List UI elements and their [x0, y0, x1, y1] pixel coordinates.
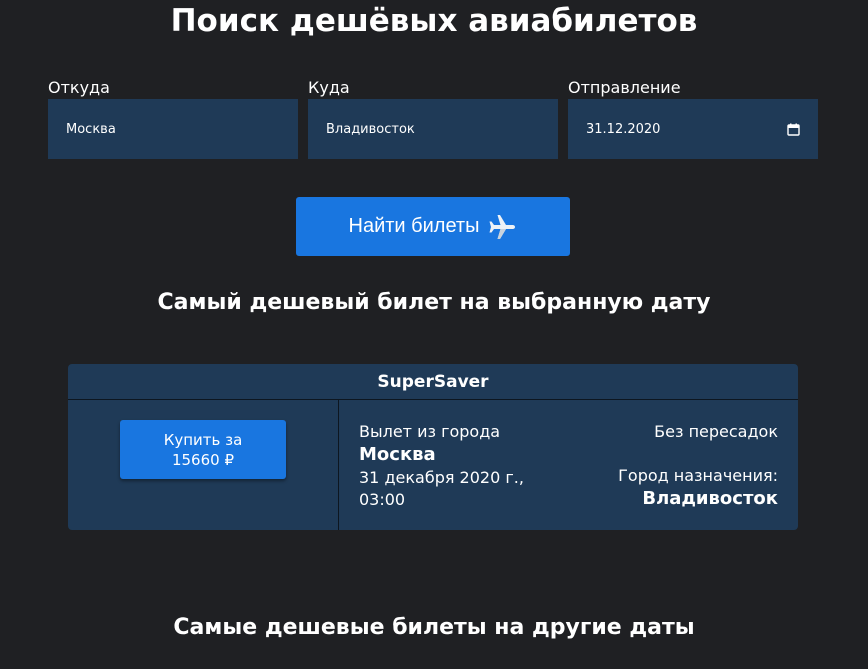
airplane-icon — [489, 214, 516, 239]
other-dates-heading: Самые дешевые билеты на другие даты — [173, 615, 695, 640]
to-label: Куда — [308, 78, 350, 97]
transfers-info: Без пересадок — [654, 422, 778, 441]
from-label: Откуда — [48, 78, 110, 97]
destination-label: Город назначения: — [618, 466, 778, 485]
date-input[interactable]: 31.12.2020 — [568, 99, 818, 159]
to-field: Куда Владивосток — [308, 78, 558, 159]
to-value: Владивосток — [326, 121, 415, 137]
calendar-icon[interactable] — [787, 123, 800, 136]
page-title: Поиск дешёвых авиабилетов — [170, 3, 698, 39]
date-value: 31.12.2020 — [586, 121, 661, 137]
ticket-card: SuperSaver Купить за 15660 ₽ Вылет из го… — [68, 364, 798, 530]
departure-info: Вылет из города Москва 31 декабря 2020 г… — [359, 421, 549, 511]
destination-info: Без пересадок Город назначения: Владивос… — [618, 421, 778, 511]
departure-time: 03:00 — [359, 490, 406, 509]
buy-button-label: Купить за — [163, 430, 243, 449]
from-value: Москва — [66, 121, 116, 137]
departure-city: Москва — [359, 444, 436, 465]
buy-button[interactable]: Купить за 15660 ₽ — [120, 420, 286, 479]
departure-date: 31 декабря 2020 г., — [359, 468, 524, 487]
date-field: Отправление 31.12.2020 — [568, 78, 818, 159]
ticket-details: Вылет из города Москва 31 декабря 2020 г… — [339, 400, 798, 530]
ticket-body: Купить за 15660 ₽ Вылет из города Москва… — [68, 400, 798, 530]
buy-price: 15660 ₽ — [171, 450, 234, 469]
to-input[interactable]: Владивосток — [308, 99, 558, 159]
date-label: Отправление — [568, 78, 681, 97]
from-input[interactable]: Москва — [48, 99, 298, 159]
flight-search-page: Поиск дешёвых авиабилетов Откуда Москва … — [0, 0, 868, 669]
cheapest-heading: Самый дешевый билет на выбранную дату — [157, 290, 711, 315]
ticket-buy-section: Купить за 15660 ₽ — [68, 400, 339, 530]
search-button[interactable]: Найти билеты — [296, 197, 570, 256]
ticket-agent: SuperSaver — [68, 364, 798, 400]
departure-label: Вылет из города — [359, 422, 501, 441]
from-field: Откуда Москва — [48, 78, 298, 159]
search-button-label: Найти билеты — [348, 215, 480, 237]
destination-city: Владивосток — [642, 488, 778, 509]
